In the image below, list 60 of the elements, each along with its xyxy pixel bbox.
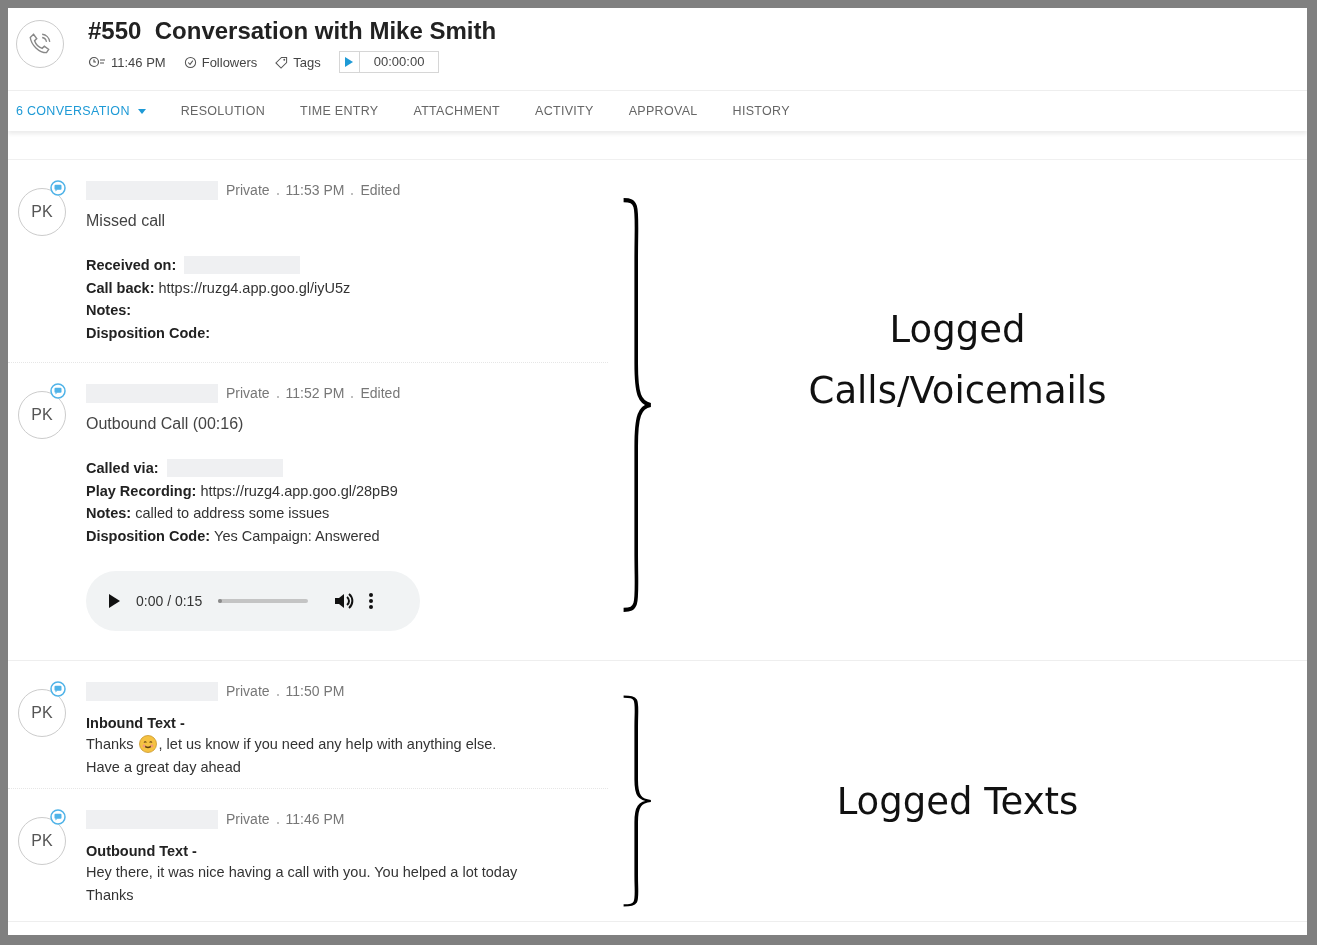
edited-label: Edited [360, 182, 401, 198]
tab[interactable]: ATTACHMENT [413, 104, 501, 118]
message-heading: Inbound Text - [86, 715, 186, 731]
tag-icon [275, 55, 289, 69]
message-time: 11:50 PM [285, 683, 345, 699]
field-value: Yes Campaign: Answered [214, 526, 380, 546]
field-label: Notes: [86, 504, 132, 523]
field-value: https://ruzg4.app.goo.gl/28pB9 [200, 481, 398, 501]
volume-icon[interactable] [334, 592, 355, 610]
message-heading: Outbound Text - [86, 843, 198, 859]
followers-link[interactable]: Followers [201, 54, 258, 70]
field-label: Call back: [86, 278, 155, 298]
playback-time: 0:00 / 0:15 [136, 593, 203, 609]
visibility-label: Private [226, 683, 270, 699]
chat-badge-icon [50, 383, 66, 399]
visibility-label: Private [226, 182, 270, 198]
chat-badge-icon [50, 809, 66, 825]
tab[interactable]: HISTORY [732, 104, 790, 118]
annotation-text: Logged Texts [836, 778, 1079, 825]
annotation-text: Calls/Voicemails [808, 368, 1107, 414]
tab[interactable]: 6 CONVERSATION [16, 104, 146, 118]
message-text: Thanks [86, 885, 134, 905]
timer-control[interactable]: 00:00:00 [338, 51, 440, 73]
field-value: https://ruzg4.app.goo.gl/iyU5z [158, 278, 351, 298]
tab[interactable]: RESOLUTION [180, 104, 265, 118]
message-text: Have a great day ahead [86, 757, 241, 777]
field-label: Play Recording: [86, 481, 197, 501]
message-time: 11:52 PM [285, 385, 345, 401]
visibility-label: Private [226, 811, 270, 827]
tab[interactable]: TIME ENTRY [300, 104, 379, 118]
message-heading: Outbound Call (00:16) [86, 415, 245, 433]
created-time: 11:46 PM [111, 54, 166, 70]
message-time: 11:53 PM [285, 182, 345, 198]
field-label: Notes: [86, 301, 132, 320]
more-icon[interactable] [368, 592, 375, 610]
seek-slider[interactable] [218, 599, 309, 603]
edited-label: Edited [360, 385, 401, 401]
message-text: Hey there, it was nice having a call with you. You helped a lot today [86, 863, 518, 882]
field-label: Received on: [86, 256, 177, 275]
check-circle-icon [183, 55, 197, 69]
ticket-title: #550 Conversation with Mike Smith [88, 17, 497, 45]
visibility-label: Private [226, 385, 270, 401]
field-label: Disposition Code: [86, 526, 211, 546]
annotation-text: Logged [889, 307, 1026, 353]
tags-link[interactable]: Tags [293, 54, 321, 70]
tab[interactable]: APPROVAL [628, 104, 698, 118]
chat-badge-icon [50, 180, 66, 196]
tab[interactable]: ACTIVITY [535, 104, 594, 118]
message-time: 11:46 PM [285, 811, 345, 827]
message-text: , let us know if you need any help with anything else. [158, 735, 497, 754]
field-value: called to address some issues [135, 504, 330, 523]
field-label: Called via: [86, 459, 159, 478]
play-button[interactable] [108, 594, 120, 608]
message-text: Thanks [86, 735, 134, 754]
chat-badge-icon [50, 681, 66, 697]
smiley-icon [138, 735, 157, 754]
clock-icon [88, 56, 106, 68]
field-label: Disposition Code: [86, 323, 211, 343]
play-icon [345, 57, 354, 67]
message-heading: Missed call [86, 212, 167, 230]
